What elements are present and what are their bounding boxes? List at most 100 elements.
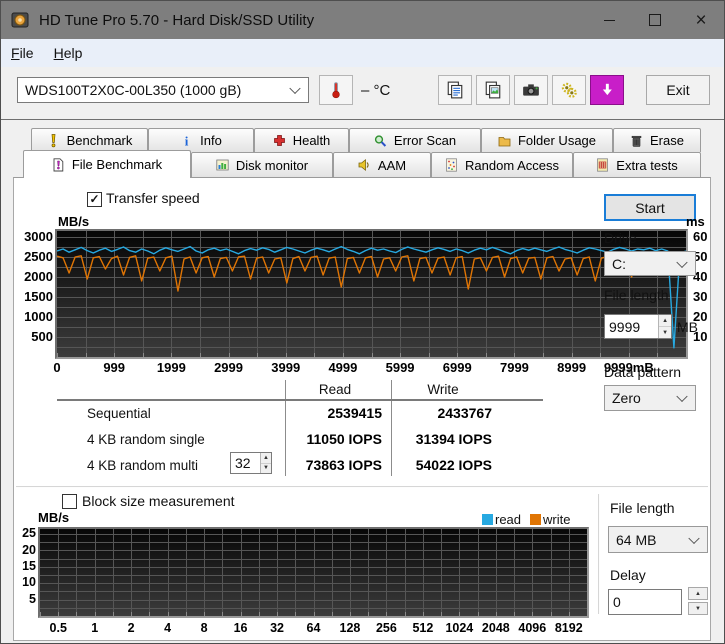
tab-benchmark[interactable]: Benchmark [31,128,148,152]
y-axis-tick-label: 3000 [24,228,53,244]
tab-error-scan[interactable]: Error Scan [349,128,481,152]
tab-info[interactable]: i Info [148,128,254,152]
delay-field[interactable] [608,589,682,615]
start-button[interactable]: Start [604,194,696,221]
tab-erase[interactable]: Erase [613,128,701,152]
block-file-length-select[interactable]: 64 MB [608,526,708,553]
tab-disk-monitor[interactable]: Disk monitor [191,152,333,177]
copy-image-button[interactable] [476,75,510,105]
delay-label: Delay [610,567,646,583]
block-size-label: Block size measurement [82,493,235,509]
y-axis-tick-label: 15 [22,559,36,573]
spin-down-icon[interactable]: ▼ [688,602,708,615]
data-pattern-value: Zero [612,390,641,406]
queue-depth-spinner[interactable]: ▲▼ [230,452,272,474]
app-window: HD Tune Pro 5.70 - Hard Disk/SSD Utility… [0,0,725,644]
random-multi-write-value: 54022 IOPS [415,457,492,473]
queue-depth-input[interactable] [231,453,260,473]
data-pattern-label: Data pattern [604,364,682,380]
delay-input[interactable] [609,590,681,614]
y-axis-tick-label: 1500 [24,288,53,304]
tab-aam[interactable]: AAM [333,152,431,177]
menu-file[interactable]: File [1,41,44,65]
y-axis-tick-label: 5 [29,591,36,606]
y-axis-tick-label: 10 [22,575,36,590]
temperature-button[interactable] [319,75,353,105]
random-single-write-value: 31394 IOPS [415,431,492,447]
transfer-speed-checkbox[interactable]: ✓ [87,192,102,207]
target-drive-select[interactable]: C: [604,251,696,276]
x-axis-tick-label: 8999 [557,360,587,375]
minimize-button[interactable] [586,1,632,39]
file-length-unit: MB [677,319,698,335]
folder-icon [498,134,511,148]
app-icon [10,10,30,30]
exit-button[interactable]: Exit [646,75,710,105]
tab-label: Info [200,133,222,148]
section-separator [16,486,708,488]
row-label-random-single: 4 KB random single [87,432,205,447]
y-axis-tick-label: 25 [22,526,36,541]
table-divider [391,380,392,476]
y2-axis-tick-label: 60 [693,228,708,244]
y-axis-tick-label: 20 [22,542,36,557]
chevron-down-icon [676,390,688,403]
save-icon [602,83,612,96]
spin-up-icon[interactable]: ▲ [659,315,671,327]
x-axis-tick-label: 1999 [156,360,186,375]
window-title: HD Tune Pro 5.70 - Hard Disk/SSD Utility [39,11,315,29]
copy-text-icon [447,81,463,99]
tab-health[interactable]: Health [254,128,349,152]
maximize-button[interactable] [632,1,678,39]
spin-down-icon[interactable]: ▼ [261,463,271,473]
disk-monitor-icon [216,158,229,172]
erase-icon [630,134,643,148]
data-pattern-select[interactable]: Zero [604,385,696,411]
tab-label: Error Scan [393,133,457,148]
save-button[interactable] [590,75,624,105]
menu-help[interactable]: Help [44,41,93,65]
chart-plot-area [38,527,589,618]
benchmark-icon [47,133,60,148]
block-file-length-value: 64 MB [616,531,657,548]
col-header-write: Write [427,382,459,397]
chevron-down-icon [688,532,700,544]
maximize-icon [649,14,661,26]
tab-label: Extra tests [616,157,678,173]
file-length-input[interactable] [605,315,659,338]
file-length-label: File length [604,287,669,303]
copy-image-icon [485,81,501,99]
chevron-down-icon [289,82,301,95]
block-size-checkbox[interactable] [62,494,77,509]
close-icon: × [695,9,707,31]
tab-extra-tests[interactable]: Extra tests [573,152,701,177]
legend-read-swatch [482,514,493,525]
tab-file-benchmark[interactable]: File Benchmark [23,150,191,178]
screenshot-button[interactable] [514,75,548,105]
tab-label: Disk monitor [235,157,309,173]
tab-random-access[interactable]: Random Access [431,152,573,177]
options-button[interactable] [552,75,586,105]
x-axis-tick-label: 0 [53,360,61,375]
thermometer-icon [332,82,340,99]
titlebar: HD Tune Pro 5.70 - Hard Disk/SSD Utility… [1,1,724,39]
spin-up-icon[interactable]: ▲ [261,453,271,464]
screenshot-icon [523,84,539,96]
info-icon: i [180,133,193,148]
close-button[interactable]: × [678,1,724,39]
tab-label: File Benchmark [71,157,163,172]
tab-label: Erase [650,133,684,148]
spin-up-icon[interactable]: ▲ [688,587,708,600]
file-length-spinner[interactable]: ▲▼ [604,314,672,339]
tab-folder-usage[interactable]: Folder Usage [481,128,613,152]
sequential-read-value: 2539415 [327,405,382,421]
x-axis-tick-label: 4999 [328,360,358,375]
drive-select[interactable]: WDS100T2X0C-00L350 (1000 gB) [17,77,309,103]
minimize-icon [603,19,615,21]
spin-down-icon[interactable]: ▼ [659,327,671,338]
tab-label: Folder Usage [517,133,597,148]
chart-plot-area [55,229,688,359]
section-separator [598,494,600,614]
copy-text-button[interactable] [438,75,472,105]
file-benchmark-panel: ✓ Transfer speed Start MB/s ms 3000 2500 2… [13,177,711,641]
